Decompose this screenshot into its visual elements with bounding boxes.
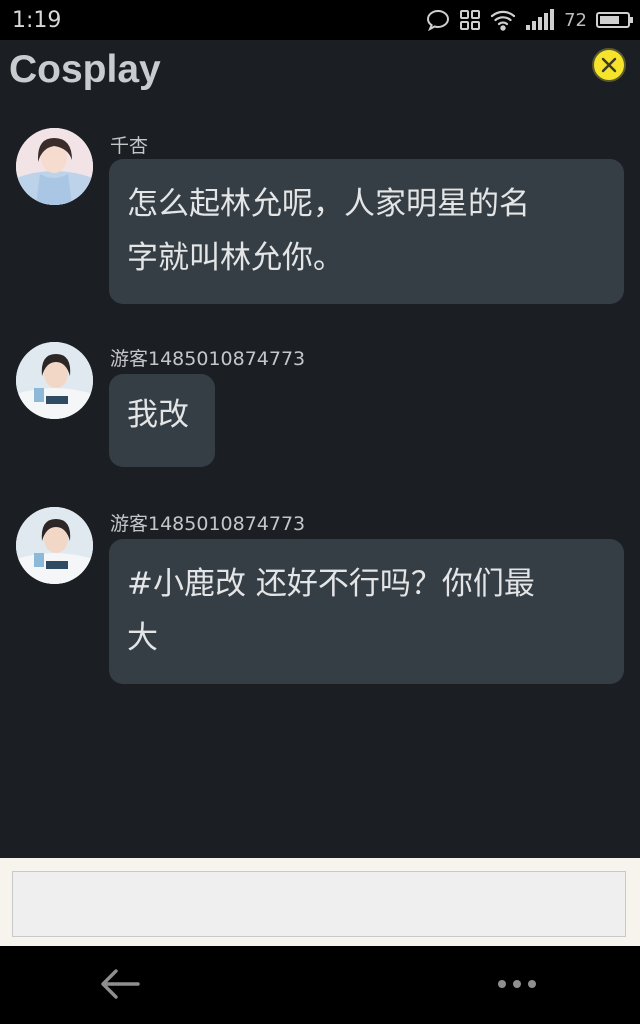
signal-icon	[525, 9, 555, 31]
message-input[interactable]	[12, 871, 626, 937]
input-bar	[0, 858, 640, 946]
avatar[interactable]	[16, 128, 93, 205]
sender-name: 千杏	[110, 135, 149, 157]
header: Cosplay	[0, 40, 640, 104]
message-text-line: 怎么起林允呢，人家明星的名	[127, 186, 530, 222]
status-time: 1:19	[12, 7, 62, 33]
grid-icon	[459, 9, 481, 31]
message-text-line: 字就叫林允你。	[127, 240, 344, 276]
page-title: Cosplay	[9, 48, 161, 91]
chat-list: 千杏 怎么起林允呢，人家明星的名 字就叫林允你。 游客1485010874773…	[0, 104, 640, 858]
nav-bar	[0, 946, 640, 1024]
back-button[interactable]	[98, 966, 142, 1002]
chat-bubble-icon	[426, 9, 450, 31]
battery-icon	[596, 12, 633, 28]
sender-name: 游客1485010874773	[110, 348, 306, 370]
message-bubble[interactable]: #小鹿改 还好不行吗？你们最 大	[109, 539, 624, 684]
back-arrow-icon	[101, 969, 140, 999]
close-icon	[601, 57, 617, 73]
more-dots-icon	[498, 980, 536, 988]
close-button[interactable]	[592, 48, 626, 82]
status-icons: 72	[426, 9, 633, 31]
wifi-icon	[490, 9, 516, 31]
avatar[interactable]	[16, 342, 93, 419]
sender-name: 游客1485010874773	[110, 513, 306, 535]
status-bar: 1:19 72	[0, 0, 640, 40]
message-bubble[interactable]: 我改	[109, 374, 215, 467]
battery-percent: 72	[564, 9, 587, 31]
avatar[interactable]	[16, 507, 93, 584]
more-button[interactable]	[494, 972, 540, 996]
message-text-line: 大	[127, 620, 158, 656]
message-bubble[interactable]: 怎么起林允呢，人家明星的名 字就叫林允你。	[109, 159, 624, 304]
message-text-line: #小鹿改 还好不行吗？你们最	[127, 566, 535, 602]
message-text-line: 我改	[127, 397, 189, 433]
